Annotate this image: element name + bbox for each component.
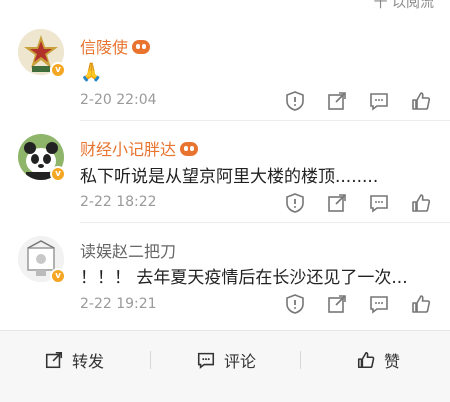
comment-text: 🙏 — [80, 62, 103, 83]
comment-button[interactable]: 评论 — [196, 347, 256, 373]
reply-icon[interactable] — [368, 192, 390, 214]
repost-icon[interactable] — [326, 293, 348, 315]
comment-time: 2-20 22:04 — [80, 92, 157, 108]
repost-icon[interactable] — [326, 90, 348, 112]
divider — [300, 351, 301, 369]
comment-text: 私下听说是从望京阿里大楼的楼顶........ — [80, 167, 379, 187]
divider — [150, 351, 151, 369]
report-icon[interactable] — [284, 90, 306, 112]
verified-badge-icon: v — [50, 268, 66, 284]
comment-actions — [284, 90, 432, 112]
fan-badge-icon — [180, 142, 199, 156]
comment-icon — [196, 350, 216, 370]
repost-button[interactable]: 转发 — [44, 347, 104, 373]
like-icon — [356, 350, 376, 370]
verified-badge-icon: v — [50, 166, 66, 182]
truncated-header-text: 十 以阅流 — [373, 0, 434, 11]
repost-label: 转发 — [72, 352, 105, 371]
bottom-action-bar: 转发 评论 赞 — [0, 330, 450, 402]
comment-username[interactable]: 信陵使 — [80, 34, 151, 58]
report-icon[interactable] — [284, 293, 306, 315]
comment-label: 评论 — [224, 352, 257, 371]
like-button[interactable]: 赞 — [356, 347, 400, 373]
like-label: 赞 — [384, 352, 401, 371]
like-icon[interactable] — [410, 293, 432, 315]
like-icon[interactable] — [410, 90, 432, 112]
like-icon[interactable] — [410, 192, 432, 214]
divider — [80, 120, 450, 121]
verified-badge-icon: v — [50, 62, 66, 78]
fan-badge-icon — [132, 40, 151, 54]
comment-username[interactable]: 财经小记胖达 — [80, 136, 199, 160]
comment-actions — [284, 293, 432, 315]
reply-icon[interactable] — [368, 293, 390, 315]
divider — [80, 222, 450, 223]
repost-icon[interactable] — [326, 192, 348, 214]
comment-actions — [284, 192, 432, 214]
repost-icon — [44, 350, 64, 370]
comment-username[interactable]: 读娱赵二把刀 — [80, 238, 176, 262]
reply-icon[interactable] — [368, 90, 390, 112]
comment-time: 2-22 19:21 — [80, 296, 157, 312]
comment-text: ！！！ 去年夏天疫情后在长沙还见了一次... — [80, 268, 408, 288]
comment-time: 2-22 18:22 — [80, 194, 157, 210]
report-icon[interactable] — [284, 192, 306, 214]
